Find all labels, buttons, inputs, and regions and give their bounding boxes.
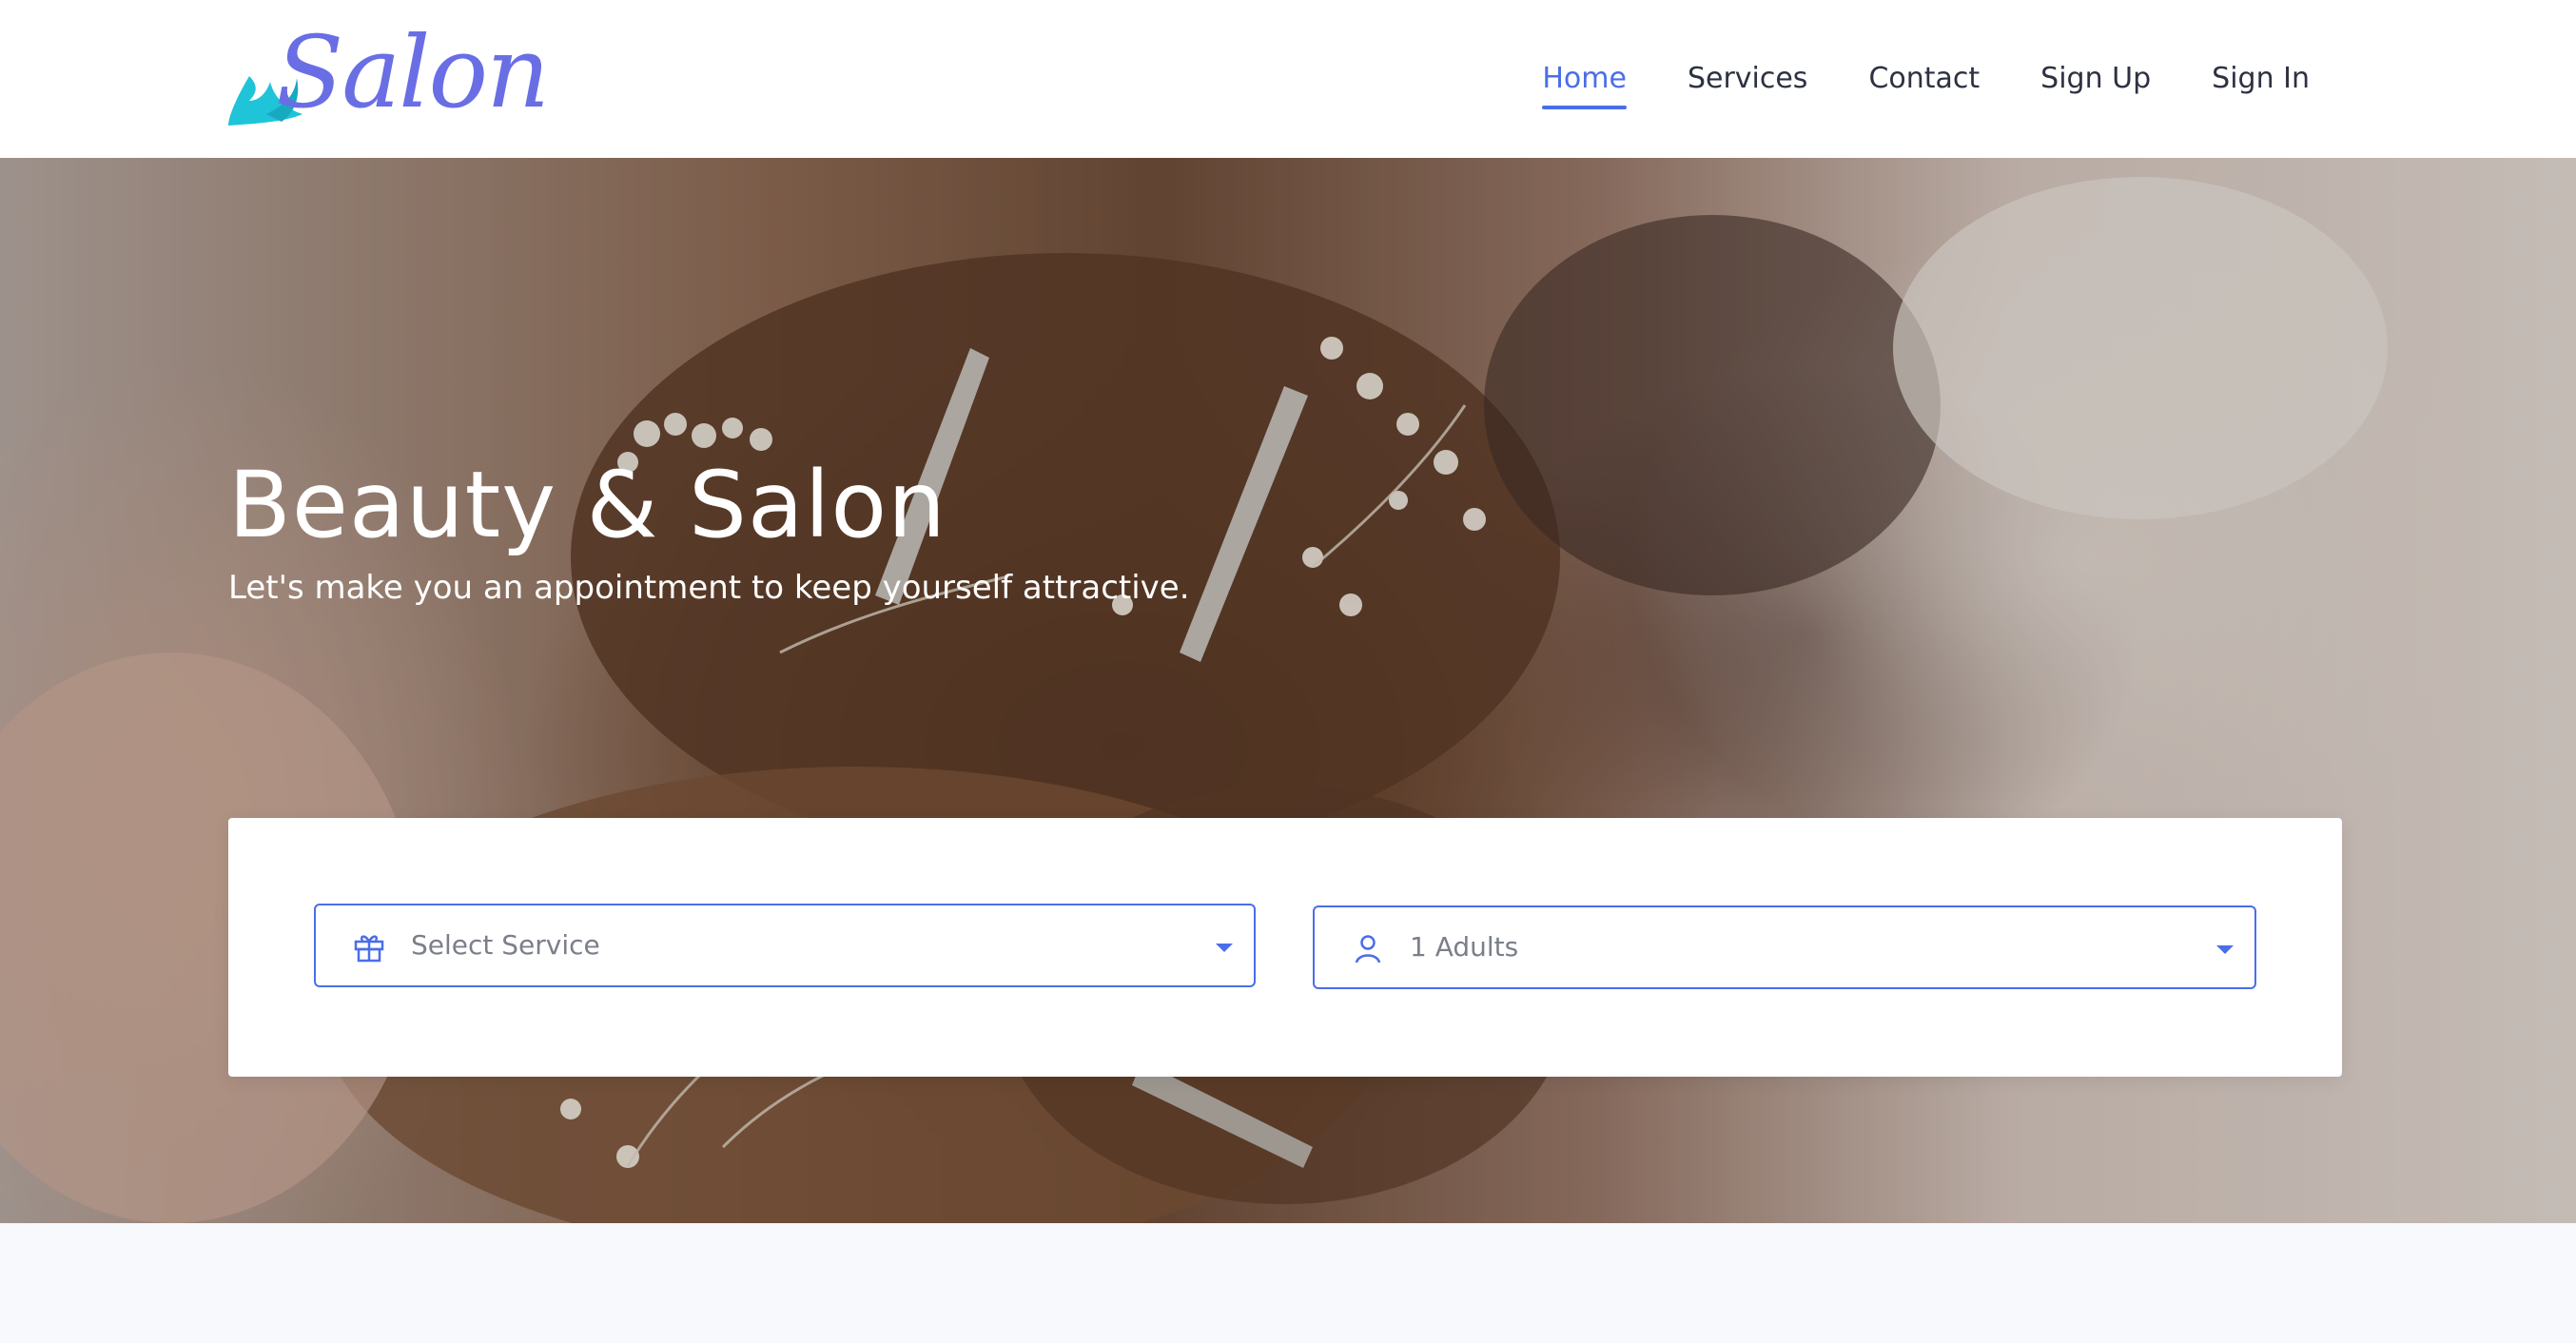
nav-home[interactable]: Home bbox=[1542, 60, 1627, 109]
hero-section: Beauty & Salon Let's make you an appoint… bbox=[0, 158, 2576, 1223]
main-nav: Home Services Contact Sign Up Sign In bbox=[1481, 0, 2310, 158]
hero-title: Beauty & Salon bbox=[228, 452, 946, 558]
guests-select-value: 1 Adults bbox=[1410, 931, 1519, 963]
hero-subtitle: Let's make you an appointment to keep yo… bbox=[228, 569, 1190, 607]
guests-select[interactable]: 1 Adults bbox=[1313, 905, 2256, 989]
content-section bbox=[0, 1223, 2576, 1343]
service-select-value: Select Service bbox=[411, 929, 600, 961]
service-select[interactable]: Select Service bbox=[314, 904, 1256, 987]
chevron-down-icon bbox=[1216, 944, 1233, 952]
user-icon bbox=[1355, 935, 1381, 963]
site-header: Salon Home Services Contact Sign Up Sign… bbox=[0, 0, 2576, 159]
gift-icon bbox=[354, 935, 384, 963]
logo-text: Salon bbox=[276, 14, 550, 130]
nav-contact[interactable]: Contact bbox=[1868, 60, 1980, 98]
site-logo[interactable]: Salon bbox=[228, 10, 550, 143]
nav-services[interactable]: Services bbox=[1688, 60, 1808, 98]
nav-sign-in[interactable]: Sign In bbox=[2212, 60, 2310, 98]
nav-sign-up[interactable]: Sign Up bbox=[2040, 60, 2151, 98]
booking-card: Select Service 1 Adults bbox=[228, 818, 2342, 1077]
chevron-down-icon bbox=[2216, 945, 2234, 954]
